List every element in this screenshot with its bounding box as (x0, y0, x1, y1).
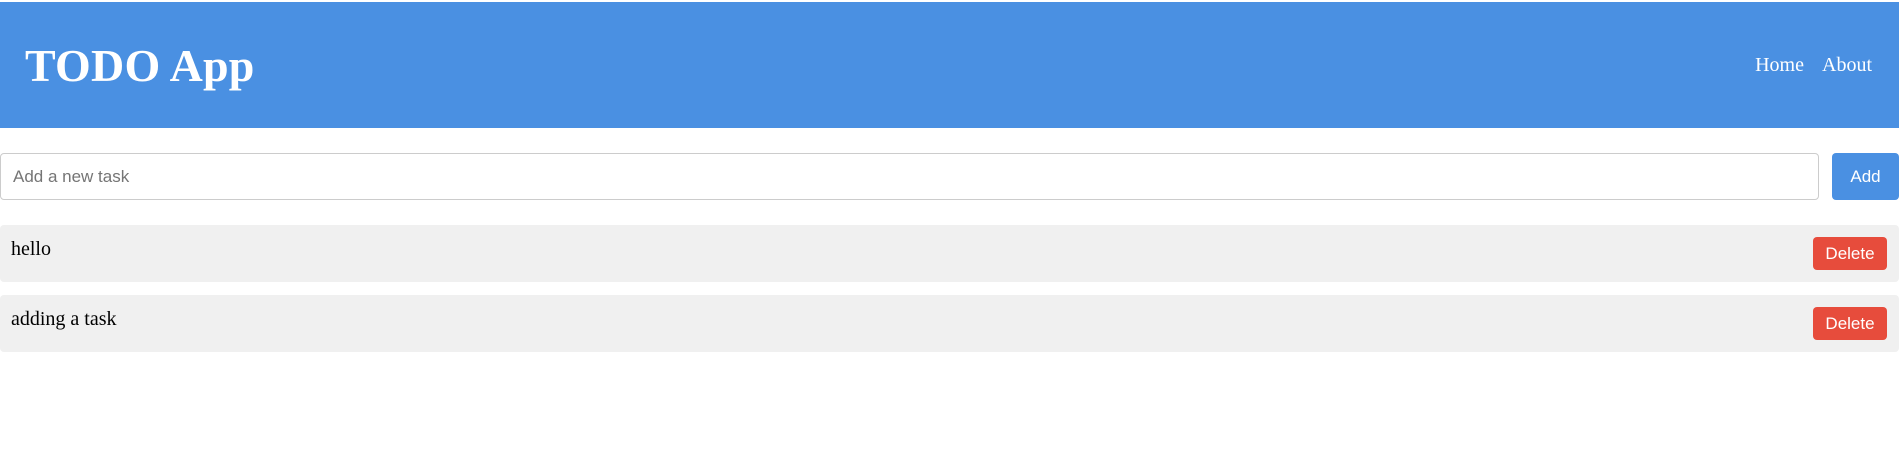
nav-link-about[interactable]: About (1822, 54, 1872, 77)
task-item: hello Delete (0, 225, 1899, 282)
add-task-button[interactable]: Add (1832, 153, 1899, 200)
delete-task-button[interactable]: Delete (1813, 237, 1887, 270)
task-list: hello Delete adding a task Delete (0, 225, 1899, 365)
nav-link-home[interactable]: Home (1755, 54, 1804, 77)
main-nav: Home About (1755, 54, 1872, 77)
task-text: hello (11, 238, 51, 260)
delete-task-button[interactable]: Delete (1813, 307, 1887, 340)
new-task-input[interactable] (0, 153, 1819, 200)
app-header: TODO App Home About (0, 2, 1899, 128)
task-text: adding a task (11, 308, 117, 330)
app-title: TODO App (25, 39, 255, 91)
todo-app: TODO App Home About Add hello Delete add… (0, 0, 1904, 450)
task-item: adding a task Delete (0, 295, 1899, 352)
add-task-form: Add (0, 153, 1899, 200)
